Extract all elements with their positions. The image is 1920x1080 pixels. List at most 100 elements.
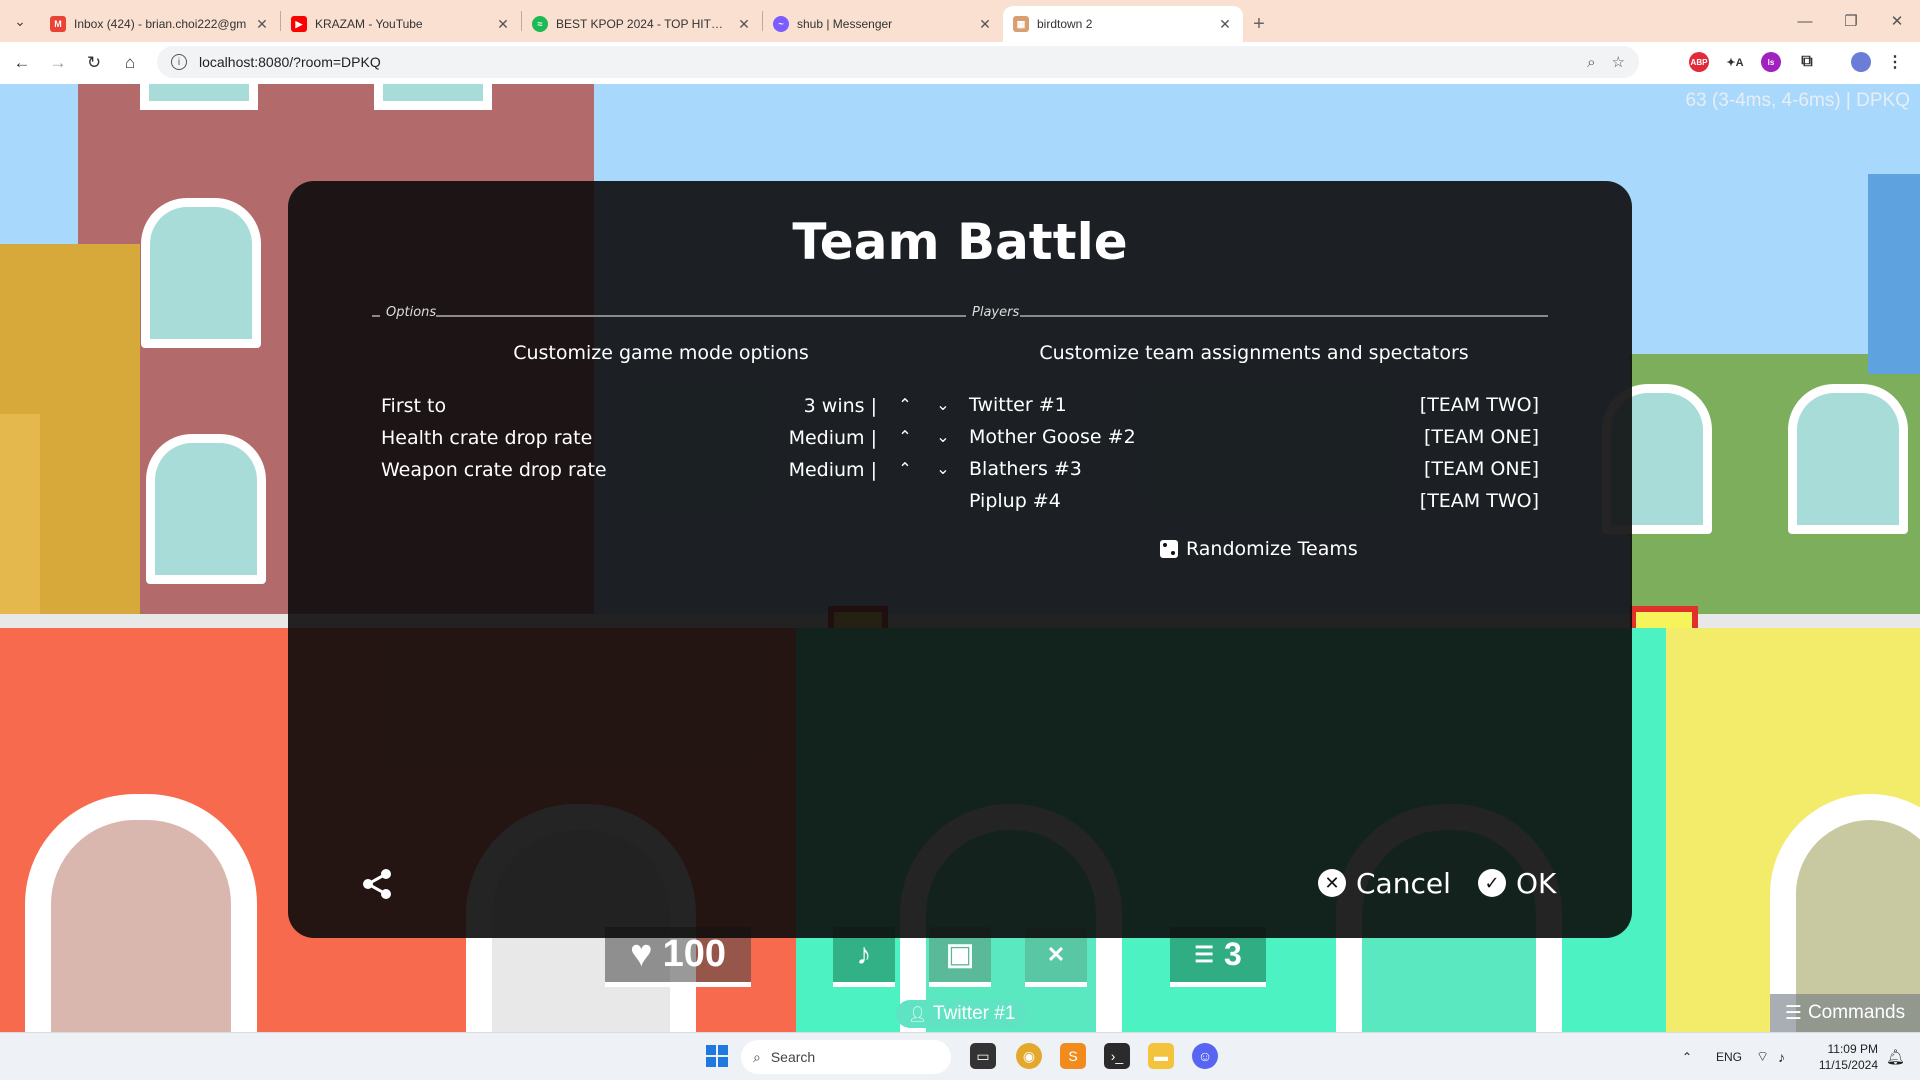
browser-tab-birdtown[interactable]: ▦ birdtown 2 ✕ <box>1003 6 1243 42</box>
back-icon[interactable]: ← <box>4 45 40 81</box>
performance-readout: 63 (3-4ms, 4-6ms) | DPKQ <box>1685 90 1910 111</box>
browser-menu-icon[interactable]: ⋮ <box>1885 52 1905 72</box>
options-subtitle: Customize game mode options <box>513 342 809 364</box>
randomize-label: Randomize Teams <box>1186 538 1358 560</box>
option-value-text: Medium <box>788 459 865 481</box>
cancel-label: Cancel <box>1356 866 1451 900</box>
commands-button[interactable]: ☰ Commands <box>1770 994 1920 1032</box>
search-icon: ⌕ <box>753 1048 761 1065</box>
decrease-chevron-down-icon[interactable]: ⌄ <box>933 395 953 414</box>
game-canvas[interactable]: 63 (3-4ms, 4-6ms) | DPKQ ♥ 100 ♪ ▣ ✕ ☰ 3… <box>0 84 1920 1032</box>
increase-chevron-up-icon[interactable]: ⌃ <box>895 459 915 478</box>
profile-avatar-icon[interactable] <box>1851 52 1871 72</box>
team-battle-dialog: Team Battle Options Players Customize ga… <box>288 181 1632 938</box>
option-value: 3 wins | <box>804 395 877 417</box>
player-row[interactable]: Mother Goose #2 [TEAM ONE] <box>969 422 1539 452</box>
reload-icon[interactable]: ↻ <box>76 45 112 81</box>
decrease-chevron-down-icon[interactable]: ⌄ <box>933 427 953 446</box>
ok-button[interactable]: ✓ OK <box>1478 864 1556 902</box>
tab-close-icon[interactable]: ✕ <box>977 16 993 33</box>
ammo-icon: ☰ <box>1194 941 1214 967</box>
browser-tab-gmail[interactable]: M Inbox (424) - brian.choi222@gm ✕ <box>40 6 280 42</box>
sublime-text-icon[interactable]: S <box>1060 1043 1086 1069</box>
volume-icon[interactable]: ♪ <box>1778 1033 1785 1080</box>
new-tab-button[interactable]: + <box>1243 6 1275 42</box>
forward-icon[interactable]: → <box>40 45 76 81</box>
windows-start-icon[interactable] <box>704 1043 730 1069</box>
share-icon[interactable] <box>360 867 394 901</box>
dialog-title: Team Battle <box>792 213 1128 271</box>
browser-tab-bar: ⌄ M Inbox (424) - brian.choi222@gm ✕ ▶ K… <box>0 0 1920 42</box>
options-legend-line <box>436 315 966 317</box>
tab-close-icon[interactable]: ✕ <box>495 16 511 33</box>
building-window <box>374 84 492 110</box>
terminal-icon[interactable]: ›_ <box>1104 1043 1130 1069</box>
building-window <box>146 434 266 584</box>
restore-icon[interactable]: ❐ <box>1828 0 1874 42</box>
players-legend-line <box>1020 315 1548 317</box>
building-window <box>1788 384 1908 534</box>
option-value-text: Medium <box>788 427 865 449</box>
youtube-icon: ▶ <box>291 16 307 32</box>
browser-tab-spotify[interactable]: ≈ BEST KPOP 2024 - TOP HITS - p ✕ <box>522 6 762 42</box>
zoom-icon[interactable]: ⌕ <box>1587 54 1595 71</box>
team-assignment[interactable]: [TEAM ONE] <box>1424 426 1539 448</box>
bookmark-star-icon[interactable]: ☆ <box>1612 53 1625 71</box>
extension-icon[interactable]: ls <box>1761 52 1781 72</box>
team-assignment[interactable]: [TEAM TWO] <box>1420 490 1539 512</box>
notification-bell-icon[interactable]: 🔔︎ <box>1886 1033 1905 1080</box>
language-indicator[interactable]: ENG <box>1716 1033 1742 1080</box>
wifi-icon[interactable]: ⌔ <box>1756 1033 1769 1080</box>
music-note-icon: ♪ <box>856 937 872 971</box>
player-name: Twitter #1 <box>933 1003 1016 1024</box>
file-explorer-icon[interactable]: ▬ <box>1148 1043 1174 1069</box>
doorway-arch <box>25 794 257 1032</box>
tray-chevron-up-icon[interactable]: ⌃ <box>1682 1033 1692 1080</box>
minimize-icon[interactable]: — <box>1782 0 1828 42</box>
adblock-extension-icon[interactable]: ABP <box>1689 52 1709 72</box>
clock-date: 11/15/2024 <box>1818 1058 1878 1072</box>
tab-search-menu-icon[interactable]: ⌄ <box>0 0 40 42</box>
decrease-chevron-down-icon[interactable]: ⌄ <box>933 459 953 478</box>
translate-extension-icon[interactable]: ✦A <box>1725 52 1745 72</box>
option-row-first-to: First to 3 wins | ⌃ ⌄ <box>381 391 950 421</box>
option-row-health-crate: Health crate drop rate Medium | ⌃ ⌄ <box>381 423 950 453</box>
commands-list-icon: ☰ <box>1784 1002 1802 1024</box>
task-view-icon[interactable]: ▭ <box>970 1043 996 1069</box>
address-bar[interactable]: i localhost:8080/?room=DPKQ ⌕ ☆ <box>157 46 1639 78</box>
taskbar-search[interactable]: ⌕ Search <box>741 1040 951 1074</box>
search-placeholder: Search <box>770 1049 816 1065</box>
extensions-puzzle-icon[interactable]: ⧉ <box>1797 52 1817 72</box>
team-assignment[interactable]: [TEAM ONE] <box>1424 458 1539 480</box>
player-name: Mother Goose #2 <box>969 426 1136 448</box>
tab-title: Inbox (424) - brian.choi222@gm <box>74 17 247 31</box>
health-value: 100 <box>662 933 726 975</box>
close-window-icon[interactable]: ✕ <box>1874 0 1920 42</box>
taskbar-clock[interactable]: 11:09 PM 11/15/2024 <box>1819 1041 1878 1073</box>
building-window <box>141 198 261 348</box>
ok-label: OK <box>1516 866 1557 900</box>
randomize-teams-button[interactable]: Randomize Teams <box>1160 538 1358 560</box>
player-name: Piplup #4 <box>969 490 1061 512</box>
player-row[interactable]: Twitter #1 [TEAM TWO] <box>969 390 1539 420</box>
player-row[interactable]: Blathers #3 [TEAM ONE] <box>969 454 1539 484</box>
cancel-button[interactable]: ✕ Cancel <box>1318 864 1451 902</box>
browser-tab-youtube[interactable]: ▶ KRAZAM - YouTube ✕ <box>281 6 521 42</box>
increase-chevron-up-icon[interactable]: ⌃ <box>895 395 915 414</box>
player-row[interactable]: Piplup #4 [TEAM TWO] <box>969 486 1539 516</box>
tab-close-icon[interactable]: ✕ <box>1217 16 1233 33</box>
options-legend-line <box>372 315 380 317</box>
discord-icon[interactable]: ☺ <box>1192 1043 1218 1069</box>
chrome-icon[interactable]: ◉ <box>1016 1043 1042 1069</box>
tab-close-icon[interactable]: ✕ <box>254 16 270 33</box>
home-icon[interactable]: ⌂ <box>112 45 148 81</box>
browser-tab-messenger[interactable]: ~ shub | Messenger ✕ <box>763 6 1003 42</box>
heart-icon: ♥ <box>630 933 653 975</box>
commands-label: Commands <box>1807 1002 1906 1023</box>
tab-close-icon[interactable]: ✕ <box>736 16 752 33</box>
tab-title: KRAZAM - YouTube <box>315 17 423 31</box>
increase-chevron-up-icon[interactable]: ⌃ <box>895 427 915 446</box>
player-name: Twitter #1 <box>969 394 1067 416</box>
site-info-icon[interactable]: i <box>171 54 187 70</box>
team-assignment[interactable]: [TEAM TWO] <box>1420 394 1539 416</box>
